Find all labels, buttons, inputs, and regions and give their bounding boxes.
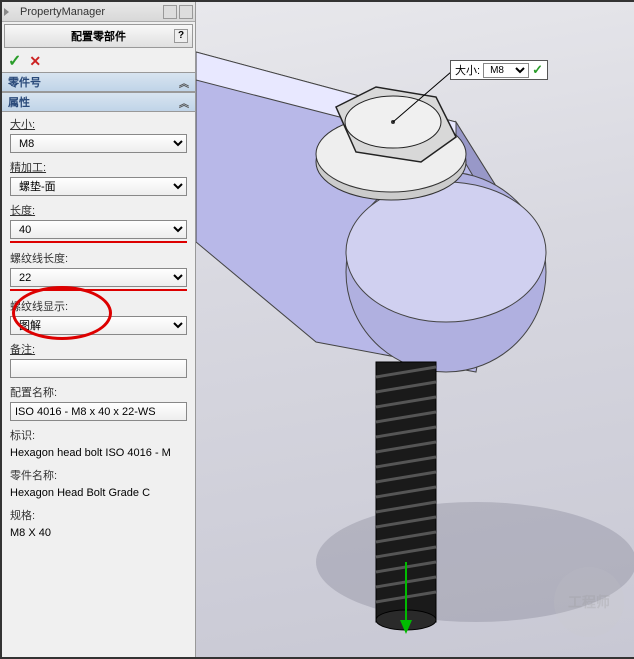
ident-value: Hexagon head bolt ISO 4016 - M: [10, 445, 187, 461]
pm-header: PropertyManager: [2, 2, 195, 22]
3d-viewport[interactable]: 大小: M8 ✓ 工程师: [196, 2, 634, 657]
thread-disp-select[interactable]: 图解: [10, 316, 187, 335]
size-select[interactable]: M8: [10, 134, 187, 153]
config-component-header: 配置零部件 ?: [4, 24, 193, 48]
thread-len-label: 螺纹线长度:: [10, 250, 187, 266]
length-label: 长度:: [10, 202, 187, 218]
ok-button[interactable]: ✓: [8, 51, 21, 71]
collapse-icon[interactable]: [4, 8, 9, 16]
spec-value: M8 X 40: [10, 525, 187, 541]
size-label: 大小:: [10, 116, 187, 132]
help-button[interactable]: ?: [174, 29, 188, 43]
cancel-button[interactable]: ✕: [29, 53, 41, 70]
callout-size-select[interactable]: M8: [483, 63, 529, 78]
remark-label: 备注:: [10, 341, 187, 357]
watermark: 工程师: [554, 567, 624, 637]
overflow-icon[interactable]: [179, 5, 193, 19]
section-label: 零件号: [8, 74, 41, 90]
section-properties[interactable]: 属性 ︽: [2, 92, 195, 112]
config-name-input[interactable]: [10, 402, 187, 421]
annotation-underline-2: [10, 289, 187, 291]
pm-title: PropertyManager: [20, 6, 105, 18]
thread-disp-label: 螺纹线显示:: [10, 298, 187, 314]
part-name-value: Hexagon Head Bolt Grade C: [10, 485, 187, 501]
config-name-label: 配置名称:: [10, 384, 187, 400]
thread-len-select[interactable]: 22: [10, 268, 187, 287]
finish-select[interactable]: 螺垫-面: [10, 177, 187, 196]
chevron-icon: ︽: [179, 75, 189, 90]
section-label: 属性: [8, 94, 30, 110]
pin-icon[interactable]: [163, 5, 177, 19]
ok-cancel-bar: ✓ ✕: [2, 50, 195, 72]
finish-label: 精加工:: [10, 159, 187, 175]
annotation-underline-1: [10, 241, 187, 243]
ident-label: 标识:: [10, 427, 187, 443]
part-name-label: 零件名称:: [10, 467, 187, 483]
bolt-render: [196, 2, 634, 657]
length-select[interactable]: 40: [10, 220, 187, 239]
section-part-number[interactable]: 零件号 ︽: [2, 72, 195, 92]
property-manager-panel: PropertyManager 配置零部件 ? ✓ ✕ 零件号 ︽ 属性 ︽ 大…: [2, 2, 196, 657]
spec-label: 规格:: [10, 507, 187, 523]
remark-input[interactable]: [10, 359, 187, 378]
callout-label: 大小:: [455, 62, 480, 78]
chevron-icon: ︽: [179, 95, 189, 110]
config-title: 配置零部件: [71, 28, 126, 44]
callout-ok-button[interactable]: ✓: [532, 62, 543, 78]
dimension-callout: 大小: M8 ✓: [450, 60, 548, 80]
